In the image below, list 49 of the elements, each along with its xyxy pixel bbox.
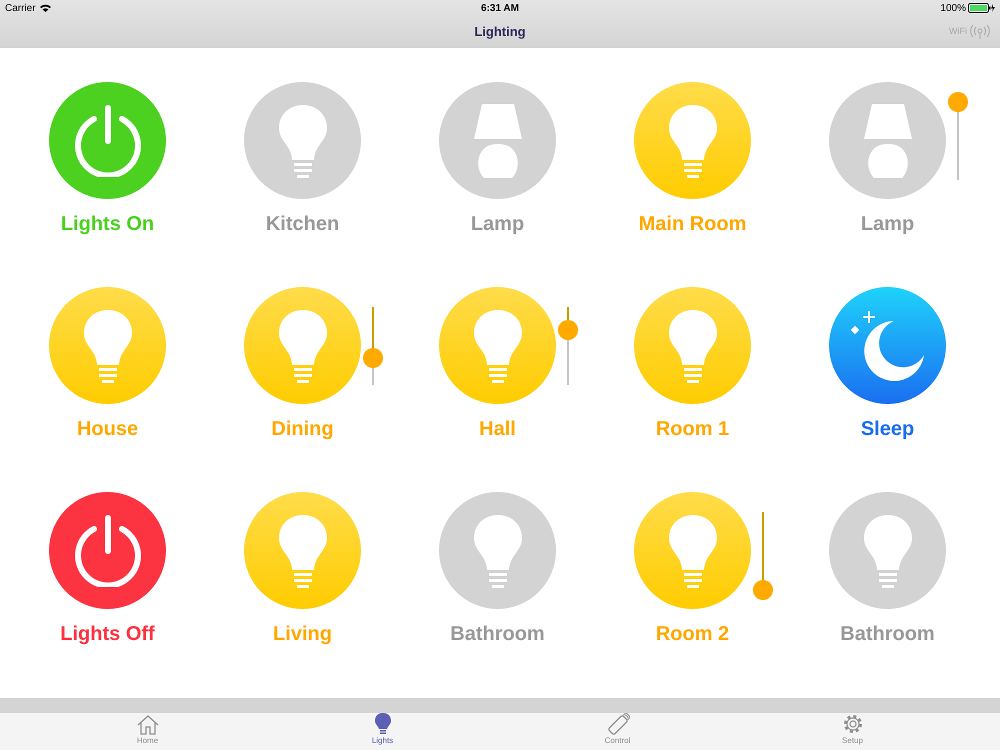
light-bulb-icon bbox=[276, 512, 328, 588]
power-icon bbox=[74, 104, 142, 176]
light-bulb-icon bbox=[666, 102, 718, 178]
wireless-signal-icon bbox=[970, 25, 990, 39]
light-label: Dining bbox=[271, 417, 334, 442]
light-bulb-icon bbox=[82, 308, 134, 384]
slider-thumb[interactable] bbox=[363, 348, 383, 368]
light-label: Room 1 bbox=[656, 417, 730, 442]
light-label: Bathroom bbox=[840, 622, 935, 647]
light-bulb-icon bbox=[472, 512, 524, 588]
light-label: Lamp bbox=[860, 212, 914, 237]
tab-bar-item[interactable]: Control bbox=[500, 713, 735, 750]
light-label: Room 2 bbox=[656, 622, 730, 647]
light-label: Main Room bbox=[638, 212, 746, 237]
light-bulb-icon bbox=[472, 308, 524, 384]
light-label: House bbox=[76, 417, 138, 442]
power-icon bbox=[74, 514, 142, 586]
tab-bar-item[interactable]: Home bbox=[30, 713, 265, 750]
carrier-name: Carrier bbox=[5, 2, 36, 16]
light-label: Kitchen bbox=[266, 212, 340, 237]
battery-charging-icon bbox=[968, 3, 995, 13]
light-bulb-icon bbox=[374, 713, 390, 735]
light-label: Lamp bbox=[470, 212, 524, 237]
light-bulb-icon bbox=[666, 512, 718, 588]
light-label: Lights On bbox=[60, 212, 154, 237]
settings-icon bbox=[842, 713, 864, 735]
moon-stars-icon bbox=[850, 310, 926, 380]
light-bulb-icon bbox=[862, 512, 914, 588]
slider-thumb[interactable] bbox=[753, 580, 773, 600]
light-bulb-icon bbox=[666, 308, 718, 384]
table-lamp-icon bbox=[862, 104, 914, 178]
wifi-icon bbox=[40, 4, 51, 12]
battery-percent: 100% bbox=[940, 2, 966, 16]
slider-thumb[interactable] bbox=[948, 92, 968, 112]
tab-bar-item[interactable]: Lights bbox=[265, 713, 500, 750]
tab-bar-item[interactable]: Setup bbox=[735, 713, 970, 750]
screen-title: Lighting bbox=[474, 23, 526, 42]
light-label: Hall bbox=[479, 417, 516, 442]
light-label: Lights Off bbox=[60, 622, 155, 647]
table-lamp-icon bbox=[472, 104, 524, 178]
light-label: Living bbox=[273, 622, 332, 647]
slider-thumb[interactable] bbox=[558, 320, 578, 340]
house-icon bbox=[136, 715, 160, 735]
light-label: Bathroom bbox=[450, 622, 545, 647]
light-bulb-icon bbox=[276, 102, 328, 178]
light-label: Sleep bbox=[860, 417, 914, 442]
remote-control-icon bbox=[606, 713, 630, 735]
status-time: 6:31 AM bbox=[481, 2, 519, 16]
light-bulb-icon bbox=[276, 308, 328, 384]
